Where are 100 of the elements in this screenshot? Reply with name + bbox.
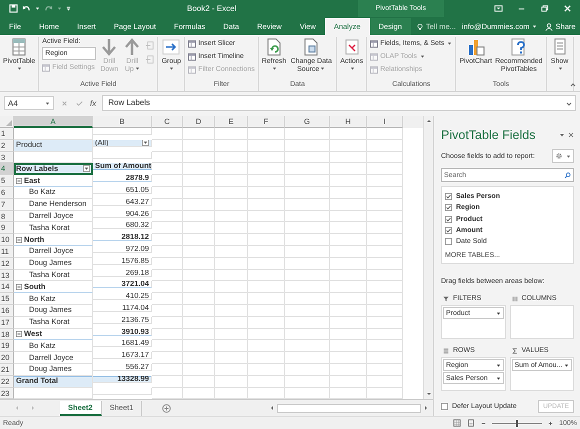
table-cell <box>367 234 403 246</box>
table-cell <box>152 328 183 340</box>
table-cell <box>248 198 285 211</box>
insert-function-button[interactable]: fx <box>90 98 96 108</box>
filter-dropdown-icon[interactable] <box>142 140 149 146</box>
tools-button[interactable] <box>552 149 574 163</box>
table-cell <box>215 304 248 317</box>
table-cell <box>367 128 403 140</box>
zoom-out-icon[interactable] <box>481 420 486 426</box>
collapse-icon[interactable] <box>16 330 22 337</box>
rows-icon <box>443 348 449 354</box>
checkbox[interactable] <box>445 193 452 200</box>
table-cell <box>367 152 403 164</box>
table-cell <box>367 246 403 258</box>
collapse-icon[interactable] <box>16 284 22 290</box>
table-cell <box>330 198 367 211</box>
formula-input[interactable]: Row Labels <box>102 95 576 111</box>
scroll-left-icon[interactable] <box>269 405 275 411</box>
table-cell <box>152 175 183 187</box>
table-cell <box>215 210 248 222</box>
table-cell <box>183 246 215 258</box>
collapse-ribbon-icon[interactable] <box>570 82 576 88</box>
table-cell <box>330 376 367 388</box>
caret-icon[interactable] <box>559 132 565 138</box>
save-icon[interactable] <box>9 4 18 13</box>
scroll-right-icon[interactable] <box>423 405 429 411</box>
table-cell <box>330 258 367 270</box>
table-cell <box>285 340 330 352</box>
table-cell <box>183 198 215 211</box>
new-sheet-icon[interactable] <box>162 404 172 412</box>
lightbulb-icon <box>416 22 423 30</box>
table-cell <box>367 140 403 152</box>
table-cell <box>215 234 248 246</box>
table-cell <box>215 376 248 388</box>
table-cell <box>367 316 403 329</box>
caret-icon <box>532 24 537 29</box>
caret-icon <box>564 362 569 368</box>
caret-icon[interactable] <box>35 6 40 11</box>
expand-icon[interactable] <box>566 101 572 107</box>
table-cell <box>152 222 183 234</box>
table-cell <box>330 234 367 246</box>
table-cell <box>248 376 285 388</box>
close-icon[interactable] <box>568 132 574 138</box>
customize-icon[interactable] <box>66 6 71 11</box>
slider-thumb[interactable] <box>516 420 518 426</box>
table-cell <box>152 352 183 364</box>
table-cell <box>215 316 248 329</box>
caret-icon <box>134 66 140 71</box>
table-cell <box>330 304 367 317</box>
table-cell <box>330 152 367 164</box>
vertical-scrollbar[interactable] <box>423 116 433 399</box>
table-cell <box>152 316 183 329</box>
horizontal-scrollbar[interactable] <box>269 404 429 412</box>
table-cell <box>330 328 367 340</box>
table-cell <box>183 140 215 152</box>
restore-icon[interactable] <box>540 4 549 13</box>
zoom-in-icon[interactable] <box>548 420 554 426</box>
table-icon <box>370 52 378 60</box>
checkbox[interactable] <box>445 216 452 223</box>
caret-icon <box>272 66 277 71</box>
normal-view-icon[interactable] <box>453 419 462 427</box>
ribbon-display-icon[interactable] <box>494 4 503 13</box>
checkbox[interactable] <box>441 403 448 410</box>
table-cell <box>367 198 403 211</box>
table-cell <box>248 140 285 152</box>
collapse-icon[interactable] <box>16 178 22 184</box>
scroll-up-icon[interactable] <box>426 118 432 124</box>
table-cell <box>183 270 215 282</box>
collapse-icon[interactable] <box>16 236 22 243</box>
caret-icon <box>496 310 500 316</box>
table-icon <box>188 40 196 48</box>
table-cell <box>215 281 248 294</box>
table-cell <box>152 281 183 294</box>
table-icon <box>42 64 50 72</box>
page-layout-icon[interactable] <box>467 419 476 427</box>
filter-dropdown-icon[interactable] <box>83 165 90 172</box>
checkbox[interactable] <box>445 227 452 234</box>
table-cell <box>285 352 330 364</box>
table-cell <box>367 376 403 388</box>
table-cell <box>183 152 215 164</box>
caret-icon <box>420 54 425 59</box>
checkbox[interactable] <box>445 204 452 212</box>
table-cell <box>330 352 367 364</box>
table-cell <box>285 328 330 340</box>
table-cell <box>248 293 285 305</box>
table-cell <box>215 152 248 164</box>
scroll-down-icon[interactable] <box>426 391 432 397</box>
name-box[interactable]: A4 <box>4 96 54 110</box>
table-cell <box>367 163 403 176</box>
undo-icon[interactable] <box>22 4 31 13</box>
table-cell <box>248 234 285 246</box>
table-cell <box>285 198 330 211</box>
filter-icon <box>443 296 449 302</box>
table-cell <box>248 258 285 270</box>
table-cell <box>285 281 330 294</box>
checkbox[interactable] <box>445 238 452 246</box>
table-cell <box>248 364 285 376</box>
table-cell <box>215 352 248 364</box>
table-cell <box>367 175 403 187</box>
table-cell <box>183 340 215 352</box>
